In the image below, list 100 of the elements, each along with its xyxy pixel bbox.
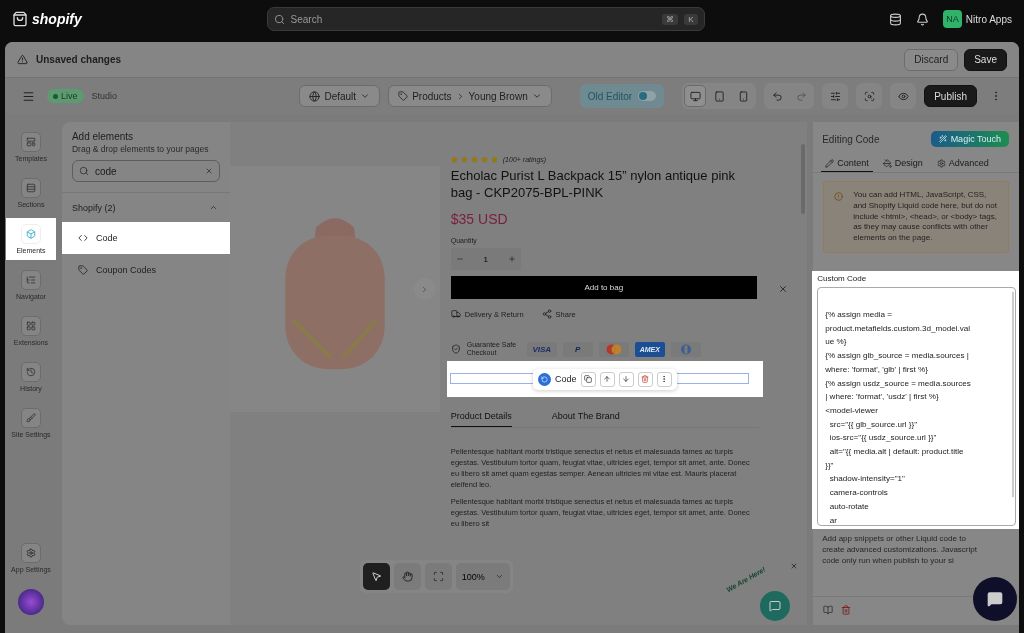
editor-tab[interactable]: Advanced	[932, 155, 993, 172]
page-selector[interactable]: Products Young Brown	[388, 85, 552, 107]
undo-icon	[771, 90, 783, 102]
book-icon	[823, 605, 834, 615]
element-search-field[interactable]: code	[71, 160, 220, 182]
grid-icon	[25, 321, 36, 331]
list-icon	[25, 275, 36, 285]
studio-label: Studio	[91, 91, 118, 101]
editor-tab[interactable]: Content	[821, 155, 873, 172]
search-field[interactable]: Search ⌘ K	[266, 7, 705, 31]
move-down-button[interactable]	[618, 371, 634, 387]
phone-icon	[737, 90, 749, 102]
warning-text: You can add HTML, JavaScript, CSS, and Shopify Liquid code here, but do not include <html>, <head>, or <body> tags, as they may cause conflicts with other elements on the page.	[853, 190, 998, 244]
discard-button[interactable]: Discard	[904, 48, 959, 71]
trash-icon	[841, 605, 852, 615]
clear-icon	[204, 167, 213, 175]
product-tab[interactable]: Product Details	[450, 411, 512, 427]
chevron-down-icon	[494, 572, 504, 581]
save-button[interactable]: Save	[964, 48, 1007, 71]
shopping-bag-icon	[12, 11, 28, 27]
pointer-icon	[370, 571, 382, 582]
locale-dropdown[interactable]: Default	[299, 85, 381, 107]
chevron-down-icon	[360, 91, 371, 101]
quantity-stepper[interactable]: 1	[450, 248, 521, 270]
live-status-badge: Live	[47, 89, 84, 103]
add-to-bag-button[interactable]: Add to bag	[450, 276, 757, 299]
scan-search-icon	[863, 90, 875, 102]
canvas-tool-button[interactable]	[362, 563, 390, 590]
copy-icon	[584, 375, 593, 383]
template-icon	[25, 137, 36, 147]
panel-title: Add elements	[71, 131, 135, 142]
paypal-icon: P	[562, 341, 593, 357]
magic-touch-button[interactable]: Magic Touch	[930, 131, 1009, 147]
shortcut-key: ⌘	[662, 13, 679, 25]
close-icon	[777, 284, 788, 294]
pencil-icon	[825, 158, 835, 168]
warning-icon	[17, 54, 28, 65]
brand-logo: shopify	[32, 11, 82, 27]
visa-card-icon: VISA	[526, 341, 557, 357]
database-icon	[889, 12, 903, 26]
device-button[interactable]	[684, 85, 707, 107]
notification-icon	[916, 12, 930, 26]
alert-icon	[834, 192, 844, 201]
breadcrumb-item: Products	[412, 90, 452, 102]
store-name: Nitro Apps	[965, 13, 1012, 25]
code-editor-field[interactable]: {% assign media = product.metafields.custom.3d_model.val ue %} {% assign glb_source = media.sources | where: 'format', 'glb' | first %} {% assign usdz_source = media.sources | where: 'format', 'usdz' | first %} <model-viewer src="{{ glb_source.url }}" ios-src="{{ usdz_source.url }}" alt="{{ media.alt | default: product.title }}" shadow-intensity="1" camera-controls auto-rotate ar	[817, 287, 1016, 526]
tag-icon	[77, 265, 88, 275]
code-icon	[77, 233, 88, 243]
star-icon	[480, 156, 488, 163]
trash-icon	[641, 375, 650, 383]
element-item[interactable]: Code	[61, 222, 230, 254]
shield-icon	[450, 344, 461, 354]
chat-support-button[interactable]	[973, 577, 1017, 621]
arrow-up-icon	[603, 375, 612, 383]
globe-icon	[309, 90, 321, 102]
editor-tab[interactable]: Design	[878, 155, 927, 172]
move-up-button[interactable]	[599, 371, 615, 387]
avatar[interactable]: NA	[943, 10, 962, 28]
star-icon	[470, 156, 478, 163]
publish-button[interactable]: Publish	[924, 85, 977, 107]
sections-icon	[25, 183, 36, 193]
close-icon	[789, 562, 798, 570]
chat-icon	[987, 591, 1003, 607]
minus-icon	[455, 255, 464, 263]
product-tab[interactable]: About The Brand	[551, 411, 620, 427]
plus-icon	[507, 255, 516, 263]
desktop-icon	[689, 90, 701, 102]
field-label: Custom Code	[817, 274, 868, 283]
star-icon	[450, 156, 458, 163]
focus-icon	[432, 571, 444, 582]
more-button[interactable]	[656, 371, 672, 387]
element-item[interactable]: Coupon Codes	[61, 254, 230, 286]
shortcut-key: K	[684, 13, 698, 25]
sliders-icon	[829, 90, 841, 102]
wand-icon	[938, 135, 947, 143]
redo-icon	[795, 90, 807, 102]
search-icon	[273, 13, 285, 25]
clock-icon	[25, 367, 36, 377]
zoom-dropdown[interactable]: 100%	[455, 563, 510, 590]
canvas-tool-button[interactable]	[424, 563, 452, 590]
hand-icon	[401, 571, 413, 582]
delete-button[interactable]	[637, 371, 653, 387]
unsaved-message: Unsaved changes	[36, 54, 122, 65]
canvas-tool-button[interactable]	[393, 563, 421, 590]
eye-icon	[897, 90, 909, 102]
search-icon	[78, 166, 89, 176]
product-price: $35 USD	[450, 211, 509, 227]
cube-icon	[25, 229, 36, 239]
quantity-value: 1	[483, 254, 488, 264]
duplicate-button[interactable]	[580, 371, 596, 387]
brush-icon	[25, 413, 36, 423]
truck-icon	[450, 309, 461, 319]
chat-button[interactable]	[759, 591, 790, 621]
element-name: Code	[555, 374, 577, 384]
star-icon	[490, 156, 498, 163]
help-text: Add app snippets or other Liquid code to create advanced customizations. Javascript code only run when publish to your si	[822, 533, 978, 566]
chevron-up-icon	[208, 203, 218, 212]
product-title: Echolac Purist L Backpack 15” nylon antique pink bag - CKP2075-BPL-PINK	[450, 167, 737, 201]
panel-title: Editing Code	[822, 133, 880, 145]
panel-subtitle: Drag & drop elements to your pages	[71, 144, 210, 154]
